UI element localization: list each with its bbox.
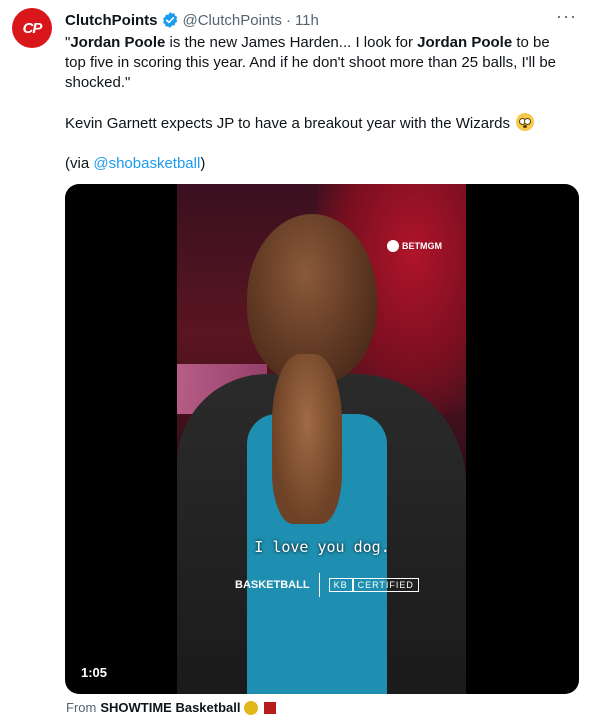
showtime-affiliate-icon	[264, 701, 277, 714]
account-avatar[interactable]: CP	[12, 8, 52, 48]
bold-name-1: Jordan Poole	[70, 34, 166, 51]
dot-separator: ·	[285, 11, 291, 29]
via-suffix: )	[200, 155, 206, 172]
summary-text: Kevin Garnett expects JP to have a break…	[65, 115, 510, 132]
betmgm-logo-icon	[387, 240, 399, 252]
summary-paragraph: Kevin Garnett expects JP to have a break…	[65, 113, 571, 134]
from-label: From	[66, 700, 97, 715]
more-options-icon[interactable]: ···	[556, 6, 577, 27]
source-account-link[interactable]: SHOWTIME Basketball	[100, 700, 240, 715]
video-player[interactable]: BETMGM I love you dog. BASKETBALL KB CER…	[65, 184, 579, 694]
video-duration: 1:05	[81, 665, 108, 680]
quote-text-1: is the new James Harden... I look for	[165, 34, 418, 51]
betmgm-watermark: BETMGM	[387, 240, 442, 252]
video-source: From SHOWTIME Basketball	[66, 700, 277, 715]
betmgm-label: BETMGM	[402, 241, 442, 251]
via-paragraph: (via @shobasketball)	[65, 154, 571, 174]
sho-basketball-brand: BASKETBALL	[235, 579, 310, 591]
via-prefix: (via	[65, 155, 94, 172]
kb-brand: KB	[328, 578, 353, 592]
flushed-face-emoji-icon	[516, 113, 535, 131]
tweet-header: ClutchPoints @ClutchPoints · 11h	[65, 10, 581, 30]
quote-paragraph: "Jordan Poole is the new James Harden...…	[65, 33, 571, 93]
avatar-logo-text: CP	[22, 19, 43, 37]
handle[interactable]: @ClutchPoints	[183, 12, 282, 29]
brand-divider	[318, 573, 320, 597]
mention-link[interactable]: @shobasketball	[93, 155, 200, 172]
bold-name-2: Jordan Poole	[417, 34, 513, 51]
display-name[interactable]: ClutchPoints	[65, 12, 158, 29]
video-brand-strip: BASKETBALL KB CERTIFIED	[235, 573, 455, 597]
person-hands	[272, 354, 342, 524]
tweet-text: "Jordan Poole is the new James Harden...…	[65, 33, 571, 174]
certified-brand: CERTIFIED	[352, 578, 419, 592]
gold-verified-badge-icon	[244, 700, 259, 715]
verified-badge-icon	[162, 12, 177, 28]
video-caption: I love you dog.	[254, 538, 390, 556]
video-frame	[177, 184, 466, 694]
timestamp[interactable]: 11h	[295, 12, 319, 29]
